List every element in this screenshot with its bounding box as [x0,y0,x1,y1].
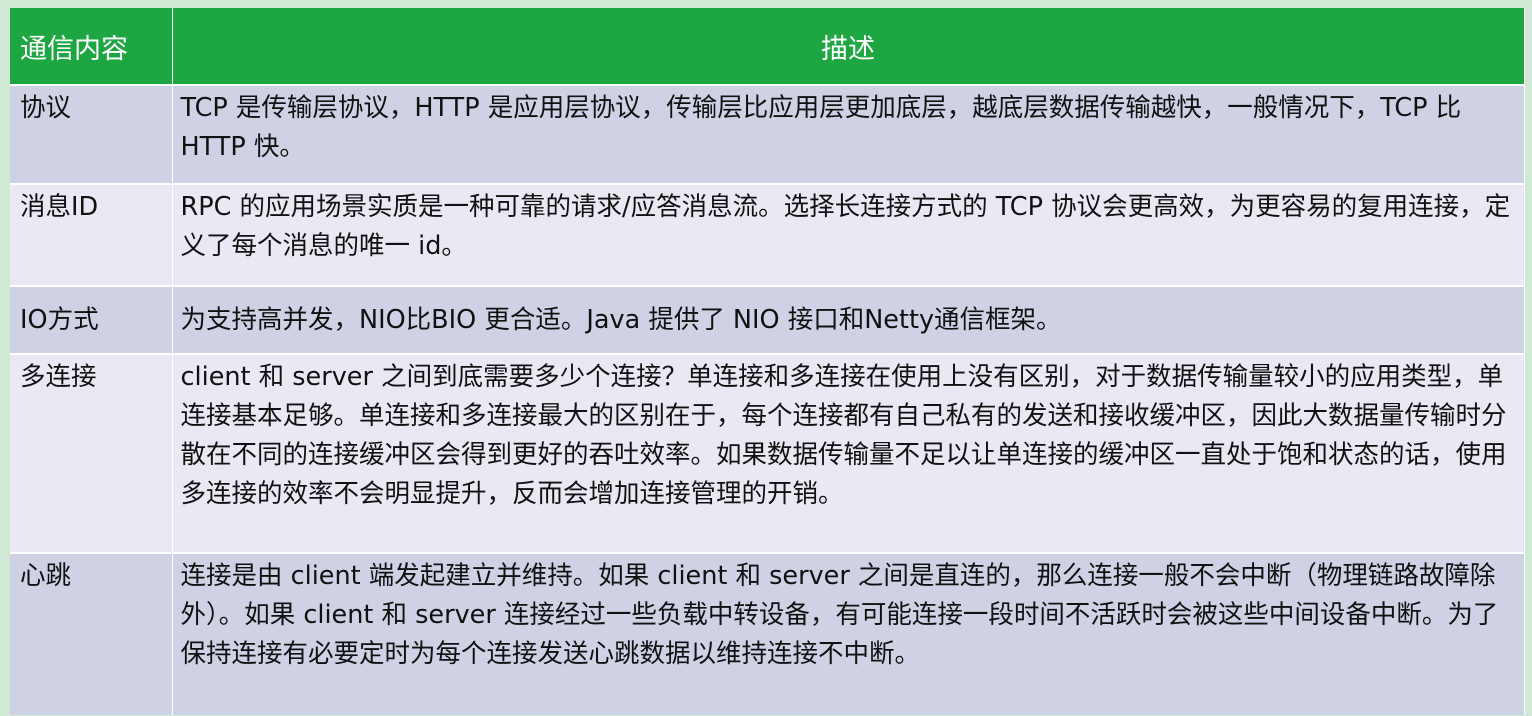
table-row: 多连接 client 和 server 之间到底需要多少个连接？单连接和多连接在… [10,353,1525,553]
row-key: 多连接 [10,353,173,553]
table-row: IO方式 为支持高并发，NIO比BIO 更合适。Java 提供了 NIO 接口和… [10,285,1525,354]
row-key: IO方式 [10,285,173,354]
table-header-row: 通信内容 描述 [10,8,1525,85]
row-description: RPC 的应用场景实质是一种可靠的请求/应答消息流。选择长连接方式的 TCP 协… [172,183,1525,286]
row-key: 消息ID [10,183,173,286]
row-key: 协议 [10,84,173,184]
table-row: 心跳 连接是由 client 端发起建立并维持。如果 client 和 serv… [10,552,1525,715]
communication-table: 通信内容 描述 协议 TCP 是传输层协议，HTTP 是应用层协议，传输层比应用… [10,8,1525,715]
table-frame: 通信内容 描述 协议 TCP 是传输层协议，HTTP 是应用层协议，传输层比应用… [10,8,1525,715]
table-row: 协议 TCP 是传输层协议，HTTP 是应用层协议，传输层比应用层更加底层，越底… [10,84,1525,184]
row-description: 连接是由 client 端发起建立并维持。如果 client 和 server … [172,552,1525,715]
header-description: 描述 [172,8,1525,85]
table-row: 消息ID RPC 的应用场景实质是一种可靠的请求/应答消息流。选择长连接方式的 … [10,183,1525,286]
row-description: TCP 是传输层协议，HTTP 是应用层协议，传输层比应用层更加底层，越底层数据… [172,84,1525,184]
header-content: 通信内容 [10,8,173,85]
row-description: 为支持高并发，NIO比BIO 更合适。Java 提供了 NIO 接口和Netty… [172,285,1525,354]
row-key: 心跳 [10,552,173,715]
row-description: client 和 server 之间到底需要多少个连接？单连接和多连接在使用上没… [172,353,1525,553]
